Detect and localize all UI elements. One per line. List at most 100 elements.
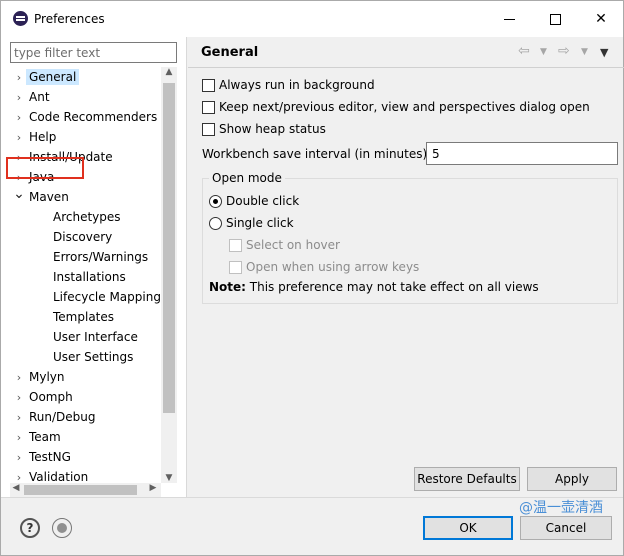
- ok-button[interactable]: OK: [423, 516, 513, 540]
- tree-item-label: User Interface: [53, 330, 138, 344]
- tree-item-lifecycle-mapping[interactable]: Lifecycle Mapping: [50, 287, 161, 307]
- tree-item-ant[interactable]: › Ant: [12, 87, 53, 107]
- scroll-left-icon[interactable]: ◀: [10, 483, 22, 493]
- always-run-background-checkbox[interactable]: [202, 78, 215, 92]
- show-heap-option[interactable]: Show heap status: [202, 122, 326, 136]
- tree-scroll-thumb[interactable]: [163, 83, 175, 413]
- tree-item-installations[interactable]: Installations: [50, 267, 129, 287]
- tree-item-errors-warnings[interactable]: Errors/Warnings: [50, 247, 151, 267]
- help-icon[interactable]: ?: [20, 518, 40, 538]
- tree-item-validation[interactable]: › Validation: [12, 467, 91, 483]
- close-icon: ✕: [595, 11, 607, 27]
- scroll-up-icon[interactable]: ▲: [161, 67, 177, 77]
- scroll-right-icon[interactable]: ▶: [147, 483, 159, 493]
- tree-item-archetypes[interactable]: Archetypes: [50, 207, 124, 227]
- preference-page: General ⇦ ▼ ⇨ ▼ ▼ Always run in backgrou…: [188, 37, 624, 497]
- tree-item-label: Errors/Warnings: [53, 250, 149, 264]
- page-title: General: [201, 45, 259, 60]
- chevron-right-icon[interactable]: ›: [12, 371, 26, 384]
- tree-item-mylyn[interactable]: › Mylyn: [12, 367, 68, 387]
- tree-item-install-update[interactable]: › Install/Update: [12, 147, 116, 167]
- tree-item-templates[interactable]: Templates: [50, 307, 117, 327]
- tree-item-general[interactable]: › General: [12, 67, 80, 87]
- tree-horizontal-scrollbar[interactable]: ◀ ▶: [10, 483, 161, 497]
- chevron-right-icon[interactable]: ›: [12, 131, 26, 144]
- open-arrow-keys-label: Open when using arrow keys: [246, 260, 420, 274]
- double-click-radio[interactable]: [209, 194, 222, 208]
- scroll-down-icon[interactable]: ▼: [161, 473, 177, 483]
- watermark-text: @温一壶清酒: [519, 500, 603, 516]
- preferences-window: Preferences ✕ ›General›Ant›Code Recommen…: [0, 0, 624, 556]
- tree-item-label: Oomph: [29, 390, 73, 404]
- chevron-down-icon[interactable]: ⌄: [12, 186, 26, 202]
- preference-tree: › General › Ant › Code Recommenders › Help › Inst…: [10, 67, 161, 483]
- open-mode-group: Open mode Double click Single click Sele…: [202, 171, 618, 304]
- tree-item-testng[interactable]: › TestNG: [12, 447, 74, 467]
- minimize-button[interactable]: [487, 5, 531, 33]
- record-icon[interactable]: [52, 518, 72, 538]
- tree-item-run-debug[interactable]: › Run/Debug: [12, 407, 99, 427]
- tree-item-user-settings[interactable]: User Settings: [50, 347, 136, 367]
- tree-item-label: Discovery: [53, 230, 113, 244]
- chevron-right-icon[interactable]: ›: [12, 411, 26, 424]
- single-click-radio[interactable]: [209, 216, 222, 230]
- always-run-background-option[interactable]: Always run in background: [202, 78, 375, 92]
- chevron-right-icon[interactable]: ›: [12, 391, 26, 404]
- chevron-right-icon[interactable]: ›: [12, 431, 26, 444]
- double-click-option[interactable]: Double click: [209, 194, 299, 208]
- eclipse-app-icon: [13, 11, 28, 26]
- tree-item-label: Java: [29, 170, 55, 184]
- note-prefix: Note:: [209, 280, 246, 294]
- maximize-button[interactable]: [533, 5, 577, 33]
- forward-arrow-icon[interactable]: ⇨: [558, 43, 570, 59]
- tree-item-label: Run/Debug: [29, 410, 96, 424]
- chevron-right-icon[interactable]: ›: [12, 151, 26, 164]
- apply-button[interactable]: Apply: [527, 467, 617, 491]
- preference-tree-panel: ›General›Ant›Code Recommenders›Help›Inst…: [1, 37, 187, 497]
- chevron-right-icon[interactable]: ›: [12, 111, 26, 124]
- tree-item-oomph[interactable]: › Oomph: [12, 387, 76, 407]
- single-click-option[interactable]: Single click: [209, 216, 294, 230]
- chevron-right-icon[interactable]: ›: [12, 171, 26, 184]
- chevron-right-icon[interactable]: ›: [12, 71, 26, 84]
- tree-hscroll-thumb[interactable]: [24, 485, 137, 495]
- double-click-label: Double click: [226, 194, 300, 208]
- tree-item-user-interface[interactable]: User Interface: [50, 327, 141, 347]
- chevron-right-icon[interactable]: ›: [12, 451, 26, 464]
- view-menu-icon[interactable]: ▼: [600, 46, 608, 59]
- tree-item-discovery[interactable]: Discovery: [50, 227, 115, 247]
- tree-item-java[interactable]: › Java: [12, 167, 57, 187]
- open-mode-note: Note: This preference may not take effec…: [209, 280, 539, 294]
- show-heap-checkbox[interactable]: [202, 122, 215, 136]
- tree-item-maven[interactable]: ⌄ Maven: [12, 186, 72, 207]
- note-text: This preference may not take effect on a…: [245, 280, 539, 294]
- save-interval-label: Workbench save interval (in minutes):: [202, 147, 432, 161]
- chevron-right-icon[interactable]: ›: [12, 91, 26, 104]
- tree-item-label: General: [26, 69, 80, 85]
- tree-vertical-scrollbar[interactable]: ▲ ▼: [161, 67, 177, 483]
- tree-item-help[interactable]: › Help: [12, 127, 59, 147]
- keep-dialog-open-option[interactable]: Keep next/previous editor, view and pers…: [202, 100, 590, 114]
- chevron-right-icon[interactable]: ›: [12, 471, 26, 484]
- keep-dialog-open-label: Keep next/previous editor, view and pers…: [219, 100, 590, 114]
- minimize-icon: [503, 18, 515, 20]
- tree-item-label: Install/Update: [29, 150, 113, 164]
- forward-dropdown-icon[interactable]: ▼: [581, 47, 588, 57]
- tree-item-team[interactable]: › Team: [12, 427, 64, 447]
- tree-item-label: Validation: [29, 470, 89, 483]
- close-button[interactable]: ✕: [579, 5, 623, 33]
- tree-item-label: Lifecycle Mapping: [53, 290, 161, 304]
- keep-dialog-open-checkbox[interactable]: [202, 100, 215, 114]
- tree-item-label: Ant: [29, 90, 50, 104]
- tree-item-label: Templates: [53, 310, 115, 324]
- tree-item-label: Installations: [53, 270, 126, 284]
- tree-item-code-recommenders[interactable]: › Code Recommenders: [12, 107, 160, 127]
- save-interval-input[interactable]: [426, 142, 618, 165]
- back-arrow-icon[interactable]: ⇦: [518, 43, 530, 59]
- maximize-icon: [549, 13, 561, 25]
- cancel-button[interactable]: Cancel: [520, 516, 612, 540]
- restore-defaults-button[interactable]: Restore Defaults: [414, 467, 520, 491]
- select-on-hover-checkbox: [229, 238, 242, 252]
- back-dropdown-icon[interactable]: ▼: [540, 47, 547, 57]
- filter-input[interactable]: [10, 42, 177, 63]
